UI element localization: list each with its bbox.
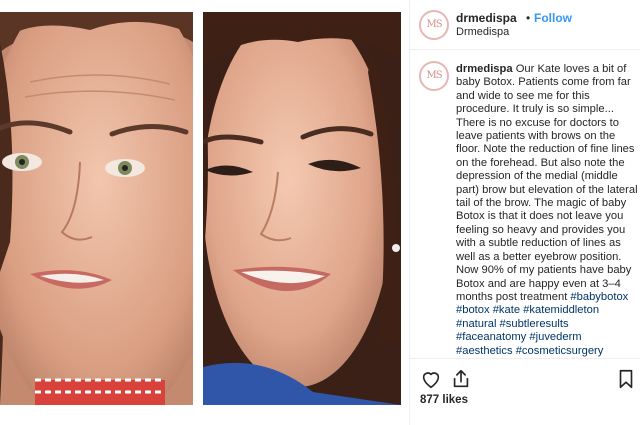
caption-body: Our Kate loves a bit of baby Botox. Pati… <box>456 63 638 303</box>
location-link[interactable]: Drmedispa <box>456 26 509 38</box>
separator-dot: • <box>526 11 531 25</box>
bookmark-icon[interactable] <box>616 368 636 390</box>
likes-count[interactable]: 877 likes <box>420 394 468 406</box>
caption-area: MS drmedispa Our Kate loves a bit of bab… <box>410 51 640 359</box>
action-bar: 877 likes <box>410 358 640 425</box>
post-header: MS drmedispa • Follow Drmedispa <box>410 0 640 50</box>
avatar-monogram: MS <box>426 70 442 81</box>
avatar[interactable]: MS <box>419 10 449 40</box>
share-icon[interactable] <box>450 368 472 390</box>
caption-username[interactable]: drmedispa <box>456 63 513 75</box>
post-sidebar: MS drmedispa • Follow Drmedispa MS drmed… <box>409 0 640 425</box>
before-photo <box>0 12 193 405</box>
username-link[interactable]: drmedispa <box>456 11 517 25</box>
post-image[interactable] <box>0 0 407 408</box>
caption-avatar[interactable]: MS <box>419 61 449 91</box>
follow-button[interactable]: Follow <box>534 11 572 25</box>
heart-icon[interactable] <box>420 368 442 390</box>
avatar-monogram: MS <box>426 19 442 30</box>
after-photo <box>203 12 401 405</box>
caption-text: drmedispa Our Kate loves a bit of baby B… <box>456 63 638 359</box>
